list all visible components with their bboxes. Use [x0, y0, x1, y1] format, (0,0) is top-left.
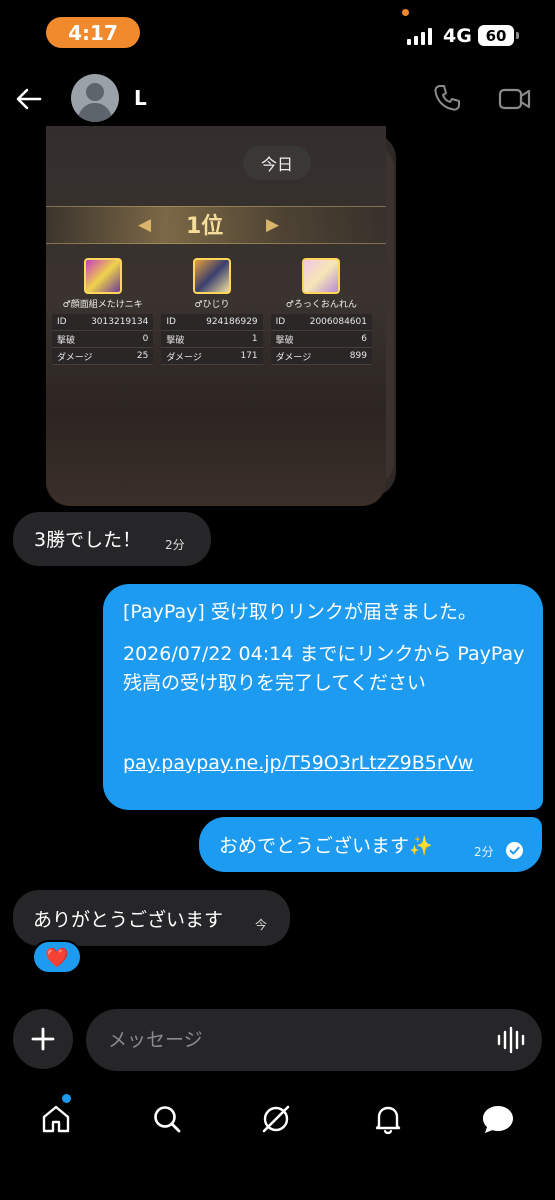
- received-message[interactable]: ありがとうございます 今: [13, 890, 290, 946]
- message-text: [PayPay] 受け取りリンクが届きました。: [123, 601, 477, 623]
- home-icon: [42, 1105, 70, 1133]
- stat-value: 1: [251, 334, 258, 344]
- plus-icon: [31, 1027, 55, 1051]
- stat-label: 撃破: [57, 335, 76, 346]
- stat-value: 3013219134: [91, 317, 149, 327]
- status-time: 4:17: [46, 17, 140, 48]
- message-text: 2026/07/22 04:14 までにリンクから PayPay 残高の受け取り…: [123, 643, 525, 694]
- stat-value: 25: [136, 351, 149, 361]
- player-name: ♂ろっくおんれん: [285, 300, 357, 310]
- conversation-header: L: [0, 66, 555, 130]
- phone-call-icon[interactable]: [432, 83, 462, 113]
- nav-notifications[interactable]: [368, 1099, 408, 1139]
- player-avatar-icon: [192, 258, 231, 294]
- network-type: 4G: [443, 25, 472, 47]
- heart-reaction[interactable]: ❤️: [32, 940, 82, 974]
- sent-message[interactable]: おめでとうございます✨ 2分: [199, 817, 542, 872]
- player-name: ♂顔面組メたけニキ: [62, 300, 143, 310]
- message-composer: [86, 1009, 542, 1071]
- stat-row-damage: ダメージ 171: [161, 348, 263, 365]
- stat-row-damage: ダメージ 25: [52, 348, 154, 365]
- stat-row-damage: ダメージ 899: [270, 348, 372, 365]
- stat-label: ID: [166, 317, 176, 327]
- status-bar: 4:17 4G 60: [0, 0, 555, 66]
- messages-icon: [483, 1106, 513, 1133]
- bottom-navigation: [0, 1085, 555, 1155]
- stat-row-kills: 撃破 1: [161, 331, 263, 348]
- player-card: ♂顔面組メたけニキ ID 3013219134 撃破 0 ダメージ 25: [52, 258, 154, 365]
- stat-label: 撃破: [166, 335, 185, 346]
- stat-row-kills: 撃破 6: [270, 331, 372, 348]
- signal-icon: [407, 28, 432, 45]
- stat-value: 0: [142, 334, 149, 344]
- message-timestamp: 今: [255, 918, 268, 932]
- message-timestamp: 2分: [165, 538, 185, 552]
- stat-row-id: ID 2006084601: [270, 314, 372, 331]
- date-separator: 今日: [243, 146, 311, 180]
- player-card: ♂ひじり ID 924186929 撃破 1 ダメージ 171: [161, 258, 263, 365]
- battery-tip: [516, 32, 519, 39]
- stat-label: ダメージ: [275, 352, 312, 363]
- battery-icon: 60: [478, 25, 514, 46]
- message-input[interactable]: [108, 1025, 478, 1055]
- stat-row-id: ID 924186929: [161, 314, 263, 331]
- stat-label: ダメージ: [57, 352, 93, 363]
- left-arrow-icon: ◀: [138, 215, 152, 235]
- player-avatar-icon: [302, 258, 341, 294]
- stat-value: 924186929: [206, 317, 258, 327]
- received-message[interactable]: 3勝でした！ 2分: [13, 512, 211, 566]
- grok-icon: [262, 1105, 290, 1133]
- stat-label: ID: [57, 317, 67, 327]
- stat-value: 6: [361, 334, 367, 344]
- paypay-link[interactable]: pay.paypay.ne.jp/T59O3rLtzZ9B5rVw: [123, 752, 473, 774]
- player-name: ♂ひじり: [194, 300, 230, 310]
- stat-label: ID: [275, 317, 286, 327]
- rank-title: 1位: [186, 214, 224, 239]
- privacy-indicator-dot: [402, 9, 409, 16]
- shared-image-stack[interactable]: 今日 ◀ ▶ 1位 ♂顔面組メたけニキ ID 3013219134 撃破 0 ダメー…: [46, 126, 398, 506]
- avatar[interactable]: [71, 74, 119, 122]
- stat-value: 171: [240, 351, 258, 361]
- message-text: 3勝でした！: [34, 529, 142, 551]
- voice-message-icon[interactable]: [496, 1026, 526, 1054]
- stat-value: 2006084601: [309, 317, 367, 327]
- nav-search[interactable]: [147, 1099, 187, 1139]
- player-card: ♂ろっくおんれん ID 2006084601 撃破 6 ダメージ 899: [270, 258, 372, 365]
- stat-row-kills: 撃破 0: [52, 331, 154, 348]
- sent-message-paypay[interactable]: [PayPay] 受け取りリンクが届きました。 2026/07/22 04:14…: [103, 584, 543, 810]
- right-arrow-icon: ▶: [266, 215, 280, 235]
- game-result-image[interactable]: 今日 ◀ ▶ 1位 ♂顔面組メたけニキ ID 3013219134 撃破 0 ダメー…: [46, 126, 386, 506]
- notification-dot: [62, 1094, 71, 1103]
- stat-label: ダメージ: [166, 352, 202, 363]
- nav-home[interactable]: [36, 1099, 76, 1139]
- add-attachment-button[interactable]: [13, 1009, 73, 1069]
- stat-label: 撃破: [275, 335, 294, 346]
- nav-grok[interactable]: [256, 1099, 296, 1139]
- player-list: ♂顔面組メたけニキ ID 3013219134 撃破 0 ダメージ 25 ♂ひじり I…: [52, 258, 372, 365]
- back-arrow-icon[interactable]: [14, 84, 44, 114]
- nav-messages[interactable]: [478, 1099, 518, 1139]
- default-avatar-icon: [77, 83, 113, 122]
- stat-value: 899: [349, 351, 367, 361]
- read-check-icon: [506, 842, 523, 859]
- heart-icon: ❤️: [45, 946, 69, 969]
- message-text: おめでとうございます✨: [219, 835, 433, 857]
- stat-row-id: ID 3013219134: [52, 314, 154, 331]
- search-icon: [154, 1106, 181, 1133]
- message-timestamp: 2分: [474, 845, 494, 859]
- video-call-icon[interactable]: [498, 85, 532, 113]
- player-avatar-icon: [83, 258, 122, 294]
- notifications-icon: [375, 1106, 401, 1135]
- contact-name[interactable]: L: [134, 86, 147, 110]
- message-text: ありがとうございます: [33, 909, 224, 931]
